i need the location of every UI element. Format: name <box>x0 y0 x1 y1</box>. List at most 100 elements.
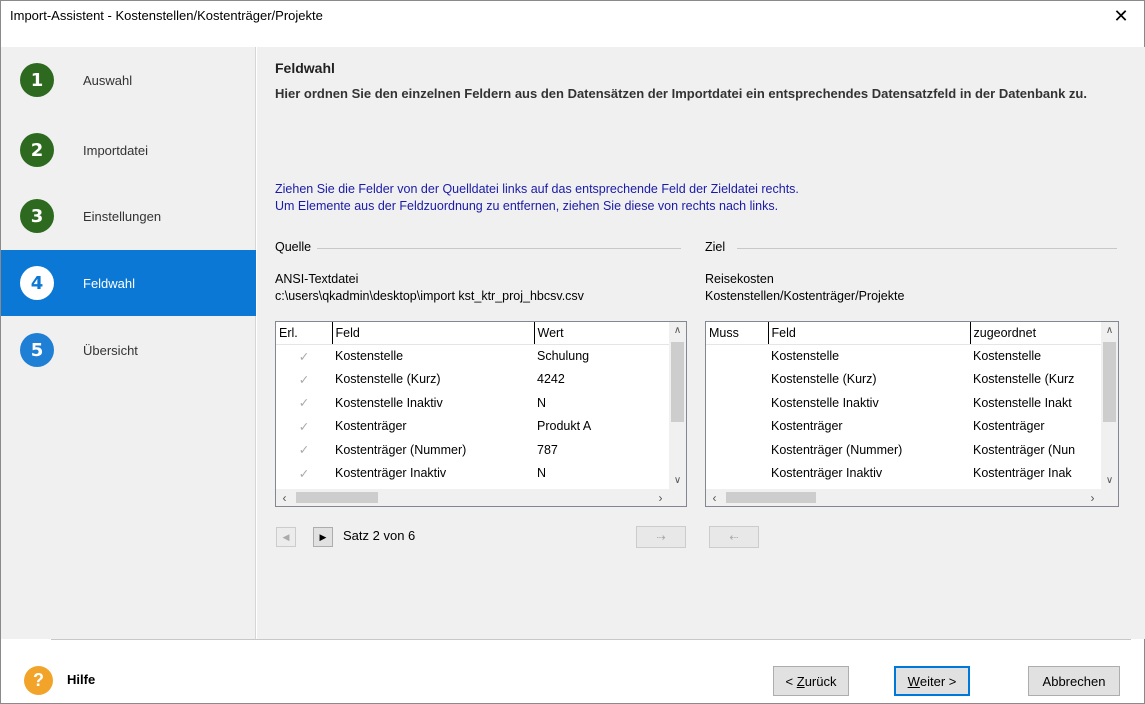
field-value: N <box>537 395 547 410</box>
step-label: Auswahl <box>83 72 133 88</box>
instruction-line: Ziehen Sie die Felder von der Quelldatei… <box>275 182 799 196</box>
grid-header-row: Erl. Feld Wert <box>276 322 669 345</box>
previous-record-icon[interactable]: ◀ <box>276 527 296 547</box>
next-button-mnemonic: W <box>907 673 920 689</box>
table-row[interactable]: Kostenträger Kostenträger <box>706 415 1101 439</box>
next-button[interactable]: Weiter > <box>894 666 970 696</box>
scroll-left-icon[interactable]: ‹ <box>706 489 723 506</box>
back-button[interactable]: < Zurück <box>773 666 849 696</box>
source-path: c:\users\qkadmin\desktop\import kst_ktr_… <box>275 289 584 303</box>
table-row[interactable]: Kostenträger (Nummer) Kostenträger (Nun <box>706 438 1101 462</box>
table-row[interactable]: ✓ Kostenträger Inaktiv N <box>276 462 669 486</box>
source-horizontal-scrollbar[interactable]: ‹ › <box>276 489 669 506</box>
window-title: Import-Assistent - Kostenstellen/Kostent… <box>10 8 323 23</box>
footer-divider <box>51 639 1131 640</box>
checkmark-icon: ✓ <box>298 349 310 364</box>
unassign-arrow-icon[interactable]: ⇠ <box>709 526 759 548</box>
table-row[interactable]: ✓ Kostenstelle (Kurz) 4242 <box>276 368 669 392</box>
assign-arrow-icon[interactable]: ⇢ <box>636 526 686 548</box>
target-table: Kostenstellen/Kostenträger/Projekte <box>705 289 905 303</box>
step-number-icon: 3 <box>20 199 54 233</box>
step-label: Übersicht <box>83 342 138 358</box>
scroll-thumb[interactable] <box>296 492 378 503</box>
scroll-thumb[interactable] <box>1103 342 1116 422</box>
scroll-thumb[interactable] <box>671 342 684 422</box>
field-name: Kostenträger Inaktiv <box>335 466 447 481</box>
target-horizontal-scrollbar[interactable]: ‹ › <box>706 489 1101 506</box>
back-button-text: urück <box>804 673 837 689</box>
step-number-icon: 1 <box>20 63 54 97</box>
column-header-muss[interactable]: Muss <box>706 322 769 345</box>
checkmark-icon: ✓ <box>298 443 310 458</box>
scroll-up-icon[interactable]: ∧ <box>1101 322 1118 339</box>
field-value: Schulung <box>537 349 590 363</box>
column-header-wert[interactable]: Wert <box>534 322 669 345</box>
step-label: Feldwahl <box>83 275 136 291</box>
target-db: Reisekosten <box>705 272 774 286</box>
muss-cell <box>706 368 768 392</box>
scroll-thumb[interactable] <box>726 492 816 503</box>
step-feldwahl[interactable]: 4 Feldwahl <box>1 250 256 316</box>
assigned-field: Kostenträger (Nun <box>973 442 1076 457</box>
step-uebersicht[interactable]: 5 Übersicht <box>1 317 256 383</box>
step-label: Einstellungen <box>83 208 162 224</box>
table-row[interactable]: ✓ Kostenstelle Inaktiv N <box>276 391 669 415</box>
scroll-down-icon[interactable]: ∨ <box>1101 472 1118 489</box>
checkmark-icon: ✓ <box>298 419 310 434</box>
field-name: Kostenträger Inaktiv <box>771 466 883 481</box>
field-name: Kostenstelle Inaktiv <box>335 395 443 410</box>
grid-header-row: Muss Feld zugeordnet <box>706 322 1101 345</box>
field-name: Kostenstelle <box>335 349 404 363</box>
column-header-feld[interactable]: Feld <box>332 322 535 345</box>
page-title: Feldwahl <box>275 60 335 76</box>
muss-cell <box>706 415 768 439</box>
field-name: Kostenträger (Nummer) <box>335 442 467 457</box>
help-icon[interactable]: ? <box>24 666 53 695</box>
scroll-corner <box>1101 489 1118 506</box>
table-row[interactable]: Kostenträger Inaktiv Kostenträger Inak <box>706 462 1101 486</box>
step-importdatei[interactable]: 2 Importdatei <box>1 117 256 183</box>
field-name: Kostenträger <box>335 419 407 434</box>
close-icon[interactable]: ✕ <box>1098 1 1144 31</box>
source-vertical-scrollbar[interactable]: ∧ ∨ <box>669 322 686 489</box>
assigned-field: Kostenstelle <box>973 349 1042 363</box>
step-einstellungen[interactable]: 3 Einstellungen <box>1 183 256 249</box>
target-field-grid[interactable]: Muss Feld zugeordnet Kostenstelle Kostens… <box>705 321 1119 507</box>
scroll-up-icon[interactable]: ∧ <box>669 322 686 339</box>
step-number-icon: 2 <box>20 133 54 167</box>
table-row[interactable]: Kostenstelle (Kurz) Kostenstelle (Kurz <box>706 368 1101 392</box>
field-name: Kostenstelle <box>771 349 840 363</box>
assigned-field: Kostenstelle Inakt <box>973 395 1072 410</box>
source-info: ANSI-Textdatei c:\users\qkadmin\desktop\… <box>275 271 584 305</box>
target-group-divider <box>737 248 1117 249</box>
table-row[interactable]: Kostenstelle Inaktiv Kostenstelle Inakt <box>706 391 1101 415</box>
scroll-right-icon[interactable]: › <box>1084 489 1101 506</box>
help-label[interactable]: Hilfe <box>67 672 95 687</box>
field-name: Kostenstelle (Kurz) <box>335 372 441 387</box>
source-field-grid[interactable]: Erl. Feld Wert ✓ Kostenstelle Schulung ✓ Ko… <box>275 321 687 507</box>
assigned-field: Kostenstelle (Kurz <box>973 372 1075 387</box>
scroll-down-icon[interactable]: ∨ <box>669 472 686 489</box>
checkmark-icon: ✓ <box>298 372 310 387</box>
step-number-icon: 4 <box>20 266 54 300</box>
column-header-feld[interactable]: Feld <box>768 322 971 345</box>
target-vertical-scrollbar[interactable]: ∧ ∨ <box>1101 322 1118 489</box>
column-header-zugeordnet[interactable]: zugeordnet <box>970 322 1101 345</box>
column-header-erl[interactable]: Erl. <box>276 322 333 345</box>
scroll-right-icon[interactable]: › <box>652 489 669 506</box>
table-row[interactable]: ✓ Kostenträger Produkt A <box>276 415 669 439</box>
cancel-button[interactable]: Abbrechen <box>1028 666 1120 696</box>
next-record-icon[interactable]: ▶ <box>313 527 333 547</box>
table-row[interactable]: ✓ Kostenträger (Nummer) 787 <box>276 438 669 462</box>
step-auswahl[interactable]: 1 Auswahl <box>1 47 256 113</box>
muss-cell <box>706 462 768 486</box>
back-button-mnemonic: Z <box>796 673 805 689</box>
field-name: Kostenstelle Inaktiv <box>771 395 879 410</box>
field-value: 4242 <box>537 372 565 387</box>
scroll-left-icon[interactable]: ‹ <box>276 489 293 506</box>
table-row[interactable]: ✓ Kostenstelle Schulung <box>276 344 669 368</box>
step-number-icon: 5 <box>20 333 54 367</box>
checkmark-icon: ✓ <box>298 396 310 411</box>
import-wizard-window: Import-Assistent - Kostenstellen/Kostent… <box>0 0 1145 704</box>
table-row[interactable]: Kostenstelle Kostenstelle <box>706 344 1101 368</box>
